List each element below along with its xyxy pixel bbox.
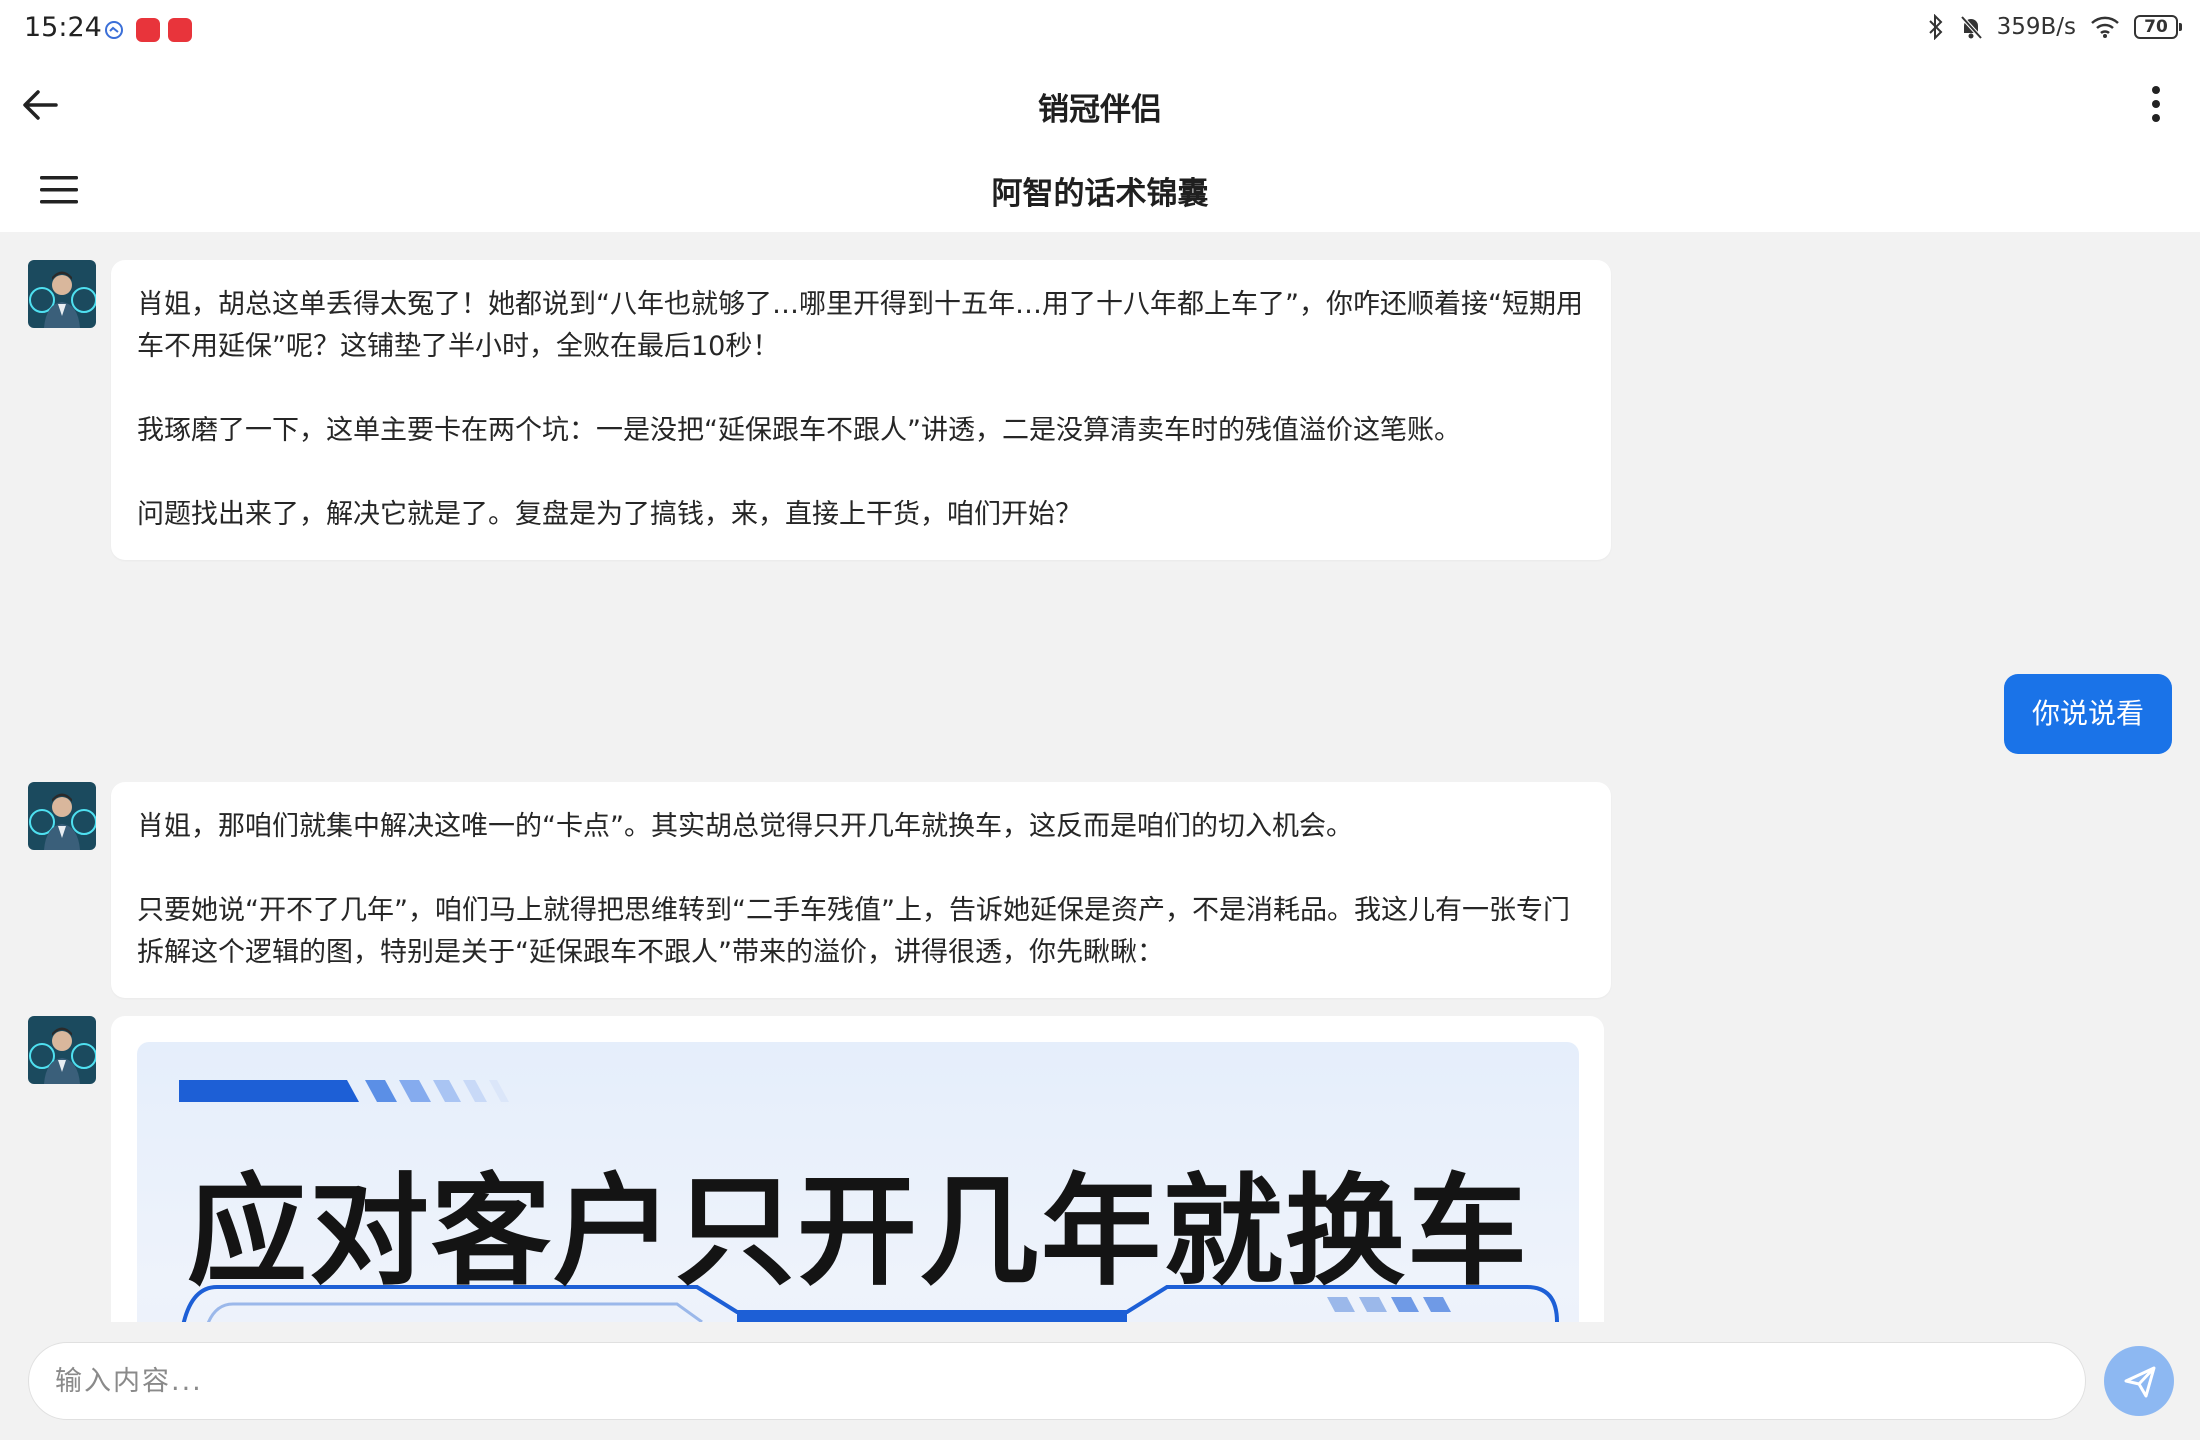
app-header: 销冠伴侣 bbox=[0, 60, 2200, 148]
message-paragraph: 只要她说“开不了几年”，咱们马上就得把思维转到“二手车残值”上，告诉她延保是资产… bbox=[137, 895, 1570, 968]
assistant-avatar bbox=[28, 1016, 96, 1084]
send-icon bbox=[2124, 1366, 2156, 1398]
status-bar: 15:24 359B/s 70 bbox=[0, 0, 2200, 60]
message-paragraph: 问题找出来了，解决它就是了。复盘是为了搞钱，来，直接上干货，咱们开始？ bbox=[137, 499, 1082, 530]
assistant-avatar bbox=[28, 782, 96, 850]
assistant-avatar bbox=[28, 260, 96, 328]
status-time: 15:24 bbox=[24, 12, 102, 43]
message-paragraph: 我琢磨了一下，这单主要卡在两个坑：一是没把“延保跟车不跟人”讲透，二是没算清卖车… bbox=[137, 415, 1461, 446]
wifi-icon bbox=[2091, 16, 2119, 38]
composer bbox=[0, 1322, 2200, 1440]
app-root: 15:24 359B/s 70 销冠伴侣 阿智的话术锦囊 肖姐，胡总这单丢得太冤… bbox=[0, 0, 2200, 1440]
assistant-message: 肖姐，那咱们就集中解决这唯一的“卡点”。其实胡总觉得只开几年就换车，这反而是咱们… bbox=[111, 782, 1611, 998]
network-speed: 359B/s bbox=[1996, 14, 2076, 40]
assistant-message: 肖姐，胡总这单丢得太冤了！她都说到“八年也就够了…哪里开得到十五年…用了十八年都… bbox=[111, 260, 1611, 560]
message-paragraph: 肖姐，胡总这单丢得太冤了！她都说到“八年也就够了…哪里开得到十五年…用了十八年都… bbox=[137, 289, 1583, 362]
status-icons: 359B/s 70 bbox=[1927, 14, 2182, 40]
infographic-title: 应对客户只开几年就换车 bbox=[187, 1163, 1529, 1302]
user-message: 你说说看 bbox=[2003, 674, 2172, 754]
sub-header: 阿智的话术锦囊 bbox=[0, 148, 2200, 232]
message-input[interactable] bbox=[28, 1342, 2086, 1420]
message-paragraph: 肖姐，那咱们就集中解决这唯一的“卡点”。其实胡总觉得只开几年就换车，这反而是咱们… bbox=[137, 811, 1353, 842]
page-title: 销冠伴侣 bbox=[1038, 92, 1162, 128]
bluetooth-icon bbox=[1928, 14, 1942, 40]
more-options-button[interactable] bbox=[2132, 80, 2180, 128]
notification-app-icon bbox=[168, 18, 192, 42]
image-message[interactable]: 应对客户只开几年就换车 bbox=[111, 1016, 1604, 1322]
infographic-image[interactable]: 应对客户只开几年就换车 bbox=[137, 1042, 1579, 1322]
mute-bell-icon bbox=[1960, 15, 1983, 40]
notification-app-icon bbox=[136, 18, 160, 42]
send-button[interactable] bbox=[2104, 1346, 2174, 1416]
assistant-title: 阿智的话术锦囊 bbox=[991, 176, 1209, 212]
more-vertical-icon bbox=[2152, 86, 2160, 122]
notification-app-icon bbox=[102, 18, 126, 42]
chat-list[interactable]: 肖姐，胡总这单丢得太冤了！她都说到“八年也就够了…哪里开得到十五年…用了十八年都… bbox=[0, 232, 2200, 1322]
battery-icon: 70 bbox=[2134, 15, 2182, 39]
